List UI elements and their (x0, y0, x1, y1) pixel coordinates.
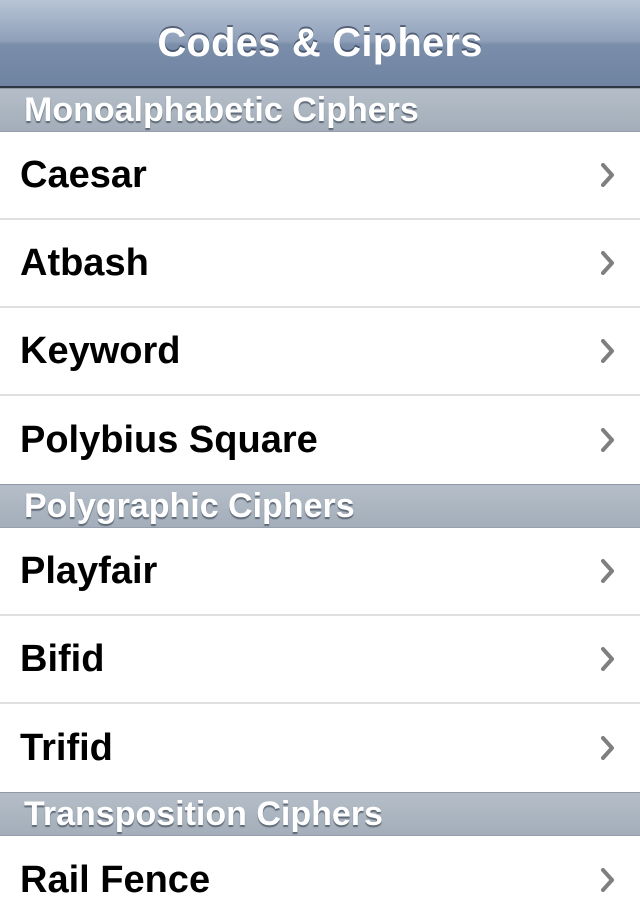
chevron-right-icon (598, 866, 618, 894)
list-item-label: Polybius Square (20, 418, 318, 461)
list-item-caesar[interactable]: Caesar (0, 132, 640, 220)
list-item-polybius-square[interactable]: Polybius Square (0, 396, 640, 484)
list-item-keyword[interactable]: Keyword (0, 308, 640, 396)
list-item-atbash[interactable]: Atbash (0, 220, 640, 308)
list-item-label: Playfair (20, 549, 158, 592)
section-title: Monoalphabetic Ciphers (24, 90, 419, 129)
chevron-right-icon (598, 426, 618, 454)
list-item-label: Caesar (20, 153, 147, 196)
chevron-right-icon (598, 645, 618, 673)
chevron-right-icon (598, 734, 618, 762)
navigation-bar: Codes & Ciphers (0, 0, 640, 88)
chevron-right-icon (598, 249, 618, 277)
list-item-label: Keyword (20, 329, 181, 372)
list-item-label: Atbash (20, 241, 149, 284)
list-item-rail-fence[interactable]: Rail Fence (0, 836, 640, 924)
list-item-label: Trifid (20, 726, 113, 769)
section-header-polygraphic: Polygraphic Ciphers (0, 484, 640, 528)
chevron-right-icon (598, 337, 618, 365)
section-title: Polygraphic Ciphers (24, 486, 355, 525)
section-title: Transposition Ciphers (24, 794, 383, 833)
list-item-bifid[interactable]: Bifid (0, 616, 640, 704)
cipher-table-view[interactable]: Monoalphabetic Ciphers Caesar Atbash Key… (0, 88, 640, 924)
list-item-label: Rail Fence (20, 858, 211, 901)
section-header-transposition: Transposition Ciphers (0, 792, 640, 836)
section-header-monoalphabetic: Monoalphabetic Ciphers (0, 88, 640, 132)
chevron-right-icon (598, 161, 618, 189)
chevron-right-icon (598, 557, 618, 585)
list-item-label: Bifid (20, 637, 105, 680)
list-item-trifid[interactable]: Trifid (0, 704, 640, 792)
list-item-playfair[interactable]: Playfair (0, 528, 640, 616)
page-title: Codes & Ciphers (157, 20, 483, 65)
